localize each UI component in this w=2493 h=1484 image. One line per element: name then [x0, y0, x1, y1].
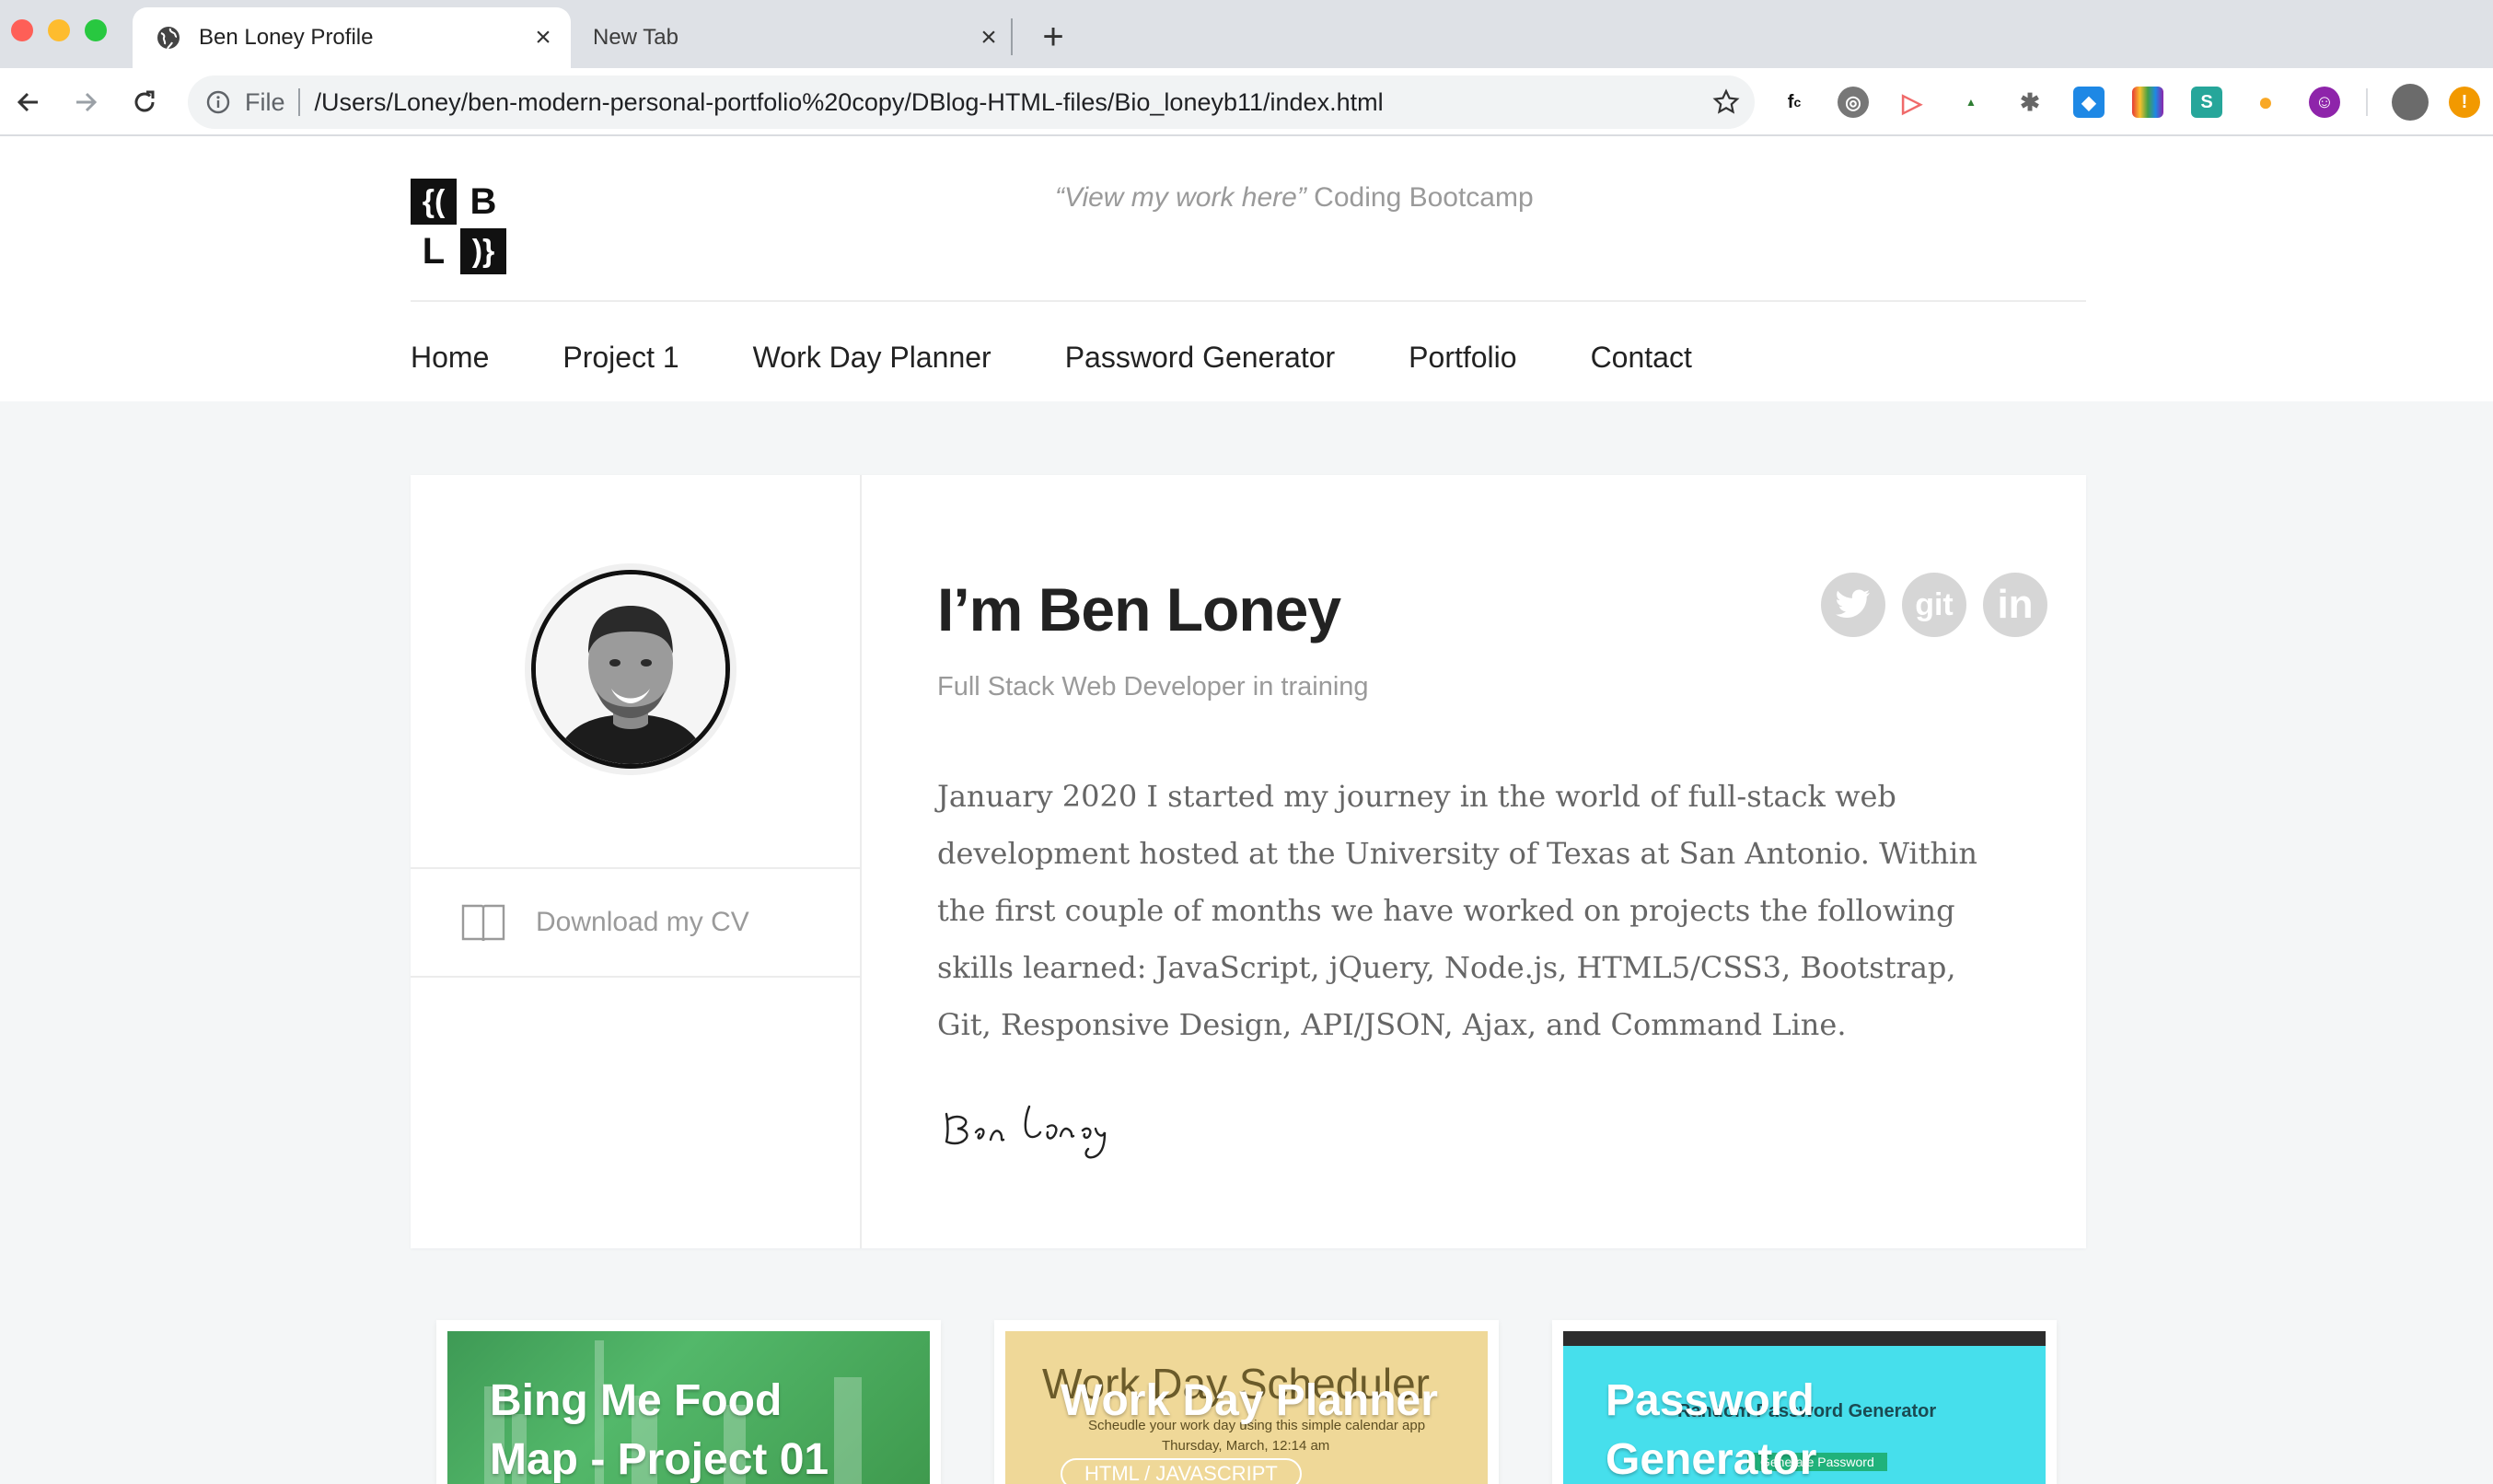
globe-icon: [155, 24, 182, 52]
profile-name: I’m Ben Loney: [937, 575, 1341, 643]
project-title: Password Generator: [1606, 1372, 1816, 1484]
mask-extension-icon[interactable]: ☺: [2309, 87, 2340, 118]
project-card-work-day-planner[interactable]: Work Day Scheduler Scheudle your work da…: [994, 1320, 1499, 1484]
git-label: git: [1915, 586, 1954, 622]
avatar-photo: [531, 570, 730, 769]
tab-new-tab[interactable]: New Tab ×: [578, 7, 1016, 68]
profile-role: Full Stack Web Developer in training: [937, 672, 1369, 701]
bug-extension-icon[interactable]: ✱: [2014, 87, 2046, 118]
profile-card: Download my CV I’m Ben Loney Full Stack …: [411, 475, 2086, 1248]
git-icon[interactable]: git: [1902, 573, 1966, 637]
download-cv-button[interactable]: Download my CV: [411, 867, 862, 978]
window-close-button[interactable]: [11, 19, 33, 41]
update-alert-icon[interactable]: !: [2449, 87, 2480, 118]
window-minimize-button[interactable]: [48, 19, 70, 41]
address-divider: [297, 88, 300, 116]
project-title: Work Day Planner: [1061, 1372, 1438, 1431]
tagline-rest: Coding Bootcamp: [1305, 182, 1534, 213]
tab-ben-loney-profile[interactable]: Ben Loney Profile ×: [133, 7, 571, 68]
back-arrow-icon[interactable]: [7, 81, 50, 123]
nav-project-1[interactable]: Project 1: [562, 341, 678, 375]
forward-arrow-icon[interactable]: [64, 81, 107, 123]
browser-toolbar: File /Users/Loney/ben-modern-personal-po…: [0, 68, 2493, 136]
toolbar-separator: [2366, 88, 2368, 116]
colors-extension-icon[interactable]: [2132, 87, 2163, 118]
address-url[interactable]: /Users/Loney/ben-modern-personal-portfol…: [315, 88, 1384, 117]
tab-separator: [1011, 18, 1013, 55]
project-title-line: Password: [1606, 1376, 1815, 1425]
svg-text:)}: )}: [472, 234, 495, 269]
linkedin-icon[interactable]: in: [1983, 573, 2047, 637]
tab-title: Ben Loney Profile: [199, 25, 374, 50]
tab-close-icon[interactable]: ×: [525, 19, 562, 56]
signature-image: [937, 1086, 1140, 1160]
project-title: Bing Me Food Map - Project 01: [490, 1372, 829, 1484]
site-header: {( B L )} “View my work here” Coding Boo…: [0, 136, 2493, 401]
html-tree-extension-icon[interactable]: ▲: [1955, 87, 1987, 118]
svg-text:{(: {(: [423, 184, 446, 219]
profile-avatar-icon[interactable]: [2392, 84, 2429, 121]
tab-close-icon[interactable]: ×: [970, 19, 1007, 56]
header-divider: [411, 300, 2086, 302]
browser-tab-bar: Ben Loney Profile × New Tab × +: [0, 0, 2493, 68]
main-nav: Home Project 1 Work Day Planner Password…: [411, 341, 1766, 375]
avatar: [525, 563, 736, 775]
project-title-line: Generator: [1606, 1435, 1817, 1484]
nav-password-generator[interactable]: Password Generator: [1065, 341, 1335, 375]
address-scheme: File: [245, 87, 285, 116]
svg-text:L: L: [423, 231, 445, 272]
project-title-line: Work Day Planner: [1061, 1376, 1438, 1425]
reload-icon[interactable]: [123, 81, 166, 123]
twitter-icon[interactable]: [1821, 573, 1885, 637]
address-bar[interactable]: File /Users/Loney/ben-modern-personal-po…: [188, 75, 1755, 129]
profile-bio: January 2020 I started my journey in the…: [937, 779, 1977, 1042]
s-extension-icon[interactable]: S: [2191, 87, 2222, 118]
info-icon[interactable]: [204, 88, 232, 116]
book-icon: [460, 902, 506, 943]
nav-home[interactable]: Home: [411, 341, 489, 375]
nav-portfolio[interactable]: Portfolio: [1409, 341, 1516, 375]
bulb-extension-icon[interactable]: ●: [2250, 87, 2281, 118]
project-thumbnails: Bing Me Food Map - Project 01 Work Day S…: [436, 1320, 2057, 1484]
site-logo[interactable]: {( B L )}: [411, 179, 506, 274]
svg-text:B: B: [470, 181, 497, 222]
fc-extension-icon[interactable]: fc: [1779, 87, 1810, 118]
tab-title: New Tab: [593, 25, 678, 50]
globe-extension-icon[interactable]: ◎: [1838, 87, 1869, 118]
new-tab-button[interactable]: +: [1033, 17, 1073, 57]
shield-extension-icon[interactable]: ◆: [2073, 87, 2105, 118]
profile-content: I’m Ben Loney Full Stack Web Developer i…: [937, 475, 2047, 1248]
nav-work-day-planner[interactable]: Work Day Planner: [753, 341, 991, 375]
nav-contact[interactable]: Contact: [1591, 341, 1692, 375]
project-title-line: Map - Project 01: [490, 1435, 829, 1484]
download-cv-label: Download my CV: [536, 907, 749, 937]
project-card-food-map[interactable]: Bing Me Food Map - Project 01: [436, 1320, 941, 1484]
site-tagline: “View my work here” Coding Bootcamp: [1055, 182, 1534, 214]
screenshot-date: Thursday, March, 12:14 am: [1162, 1438, 1330, 1454]
linkedin-label: in: [1997, 582, 2034, 627]
screenshot-tag: HTML / JAVASCRIPT: [1061, 1458, 1302, 1484]
project-title-line: Bing Me Food: [490, 1376, 783, 1425]
cast-extension-icon[interactable]: ▷: [1896, 87, 1928, 118]
tagline-quote: “View my work here”: [1055, 182, 1306, 213]
bookmark-star-icon[interactable]: [1710, 87, 1742, 118]
project-card-password-generator[interactable]: Random Password Generator Generate Passw…: [1552, 1320, 2057, 1484]
window-maximize-button[interactable]: [85, 19, 107, 41]
profile-sidebar: Download my CV: [411, 475, 862, 1248]
